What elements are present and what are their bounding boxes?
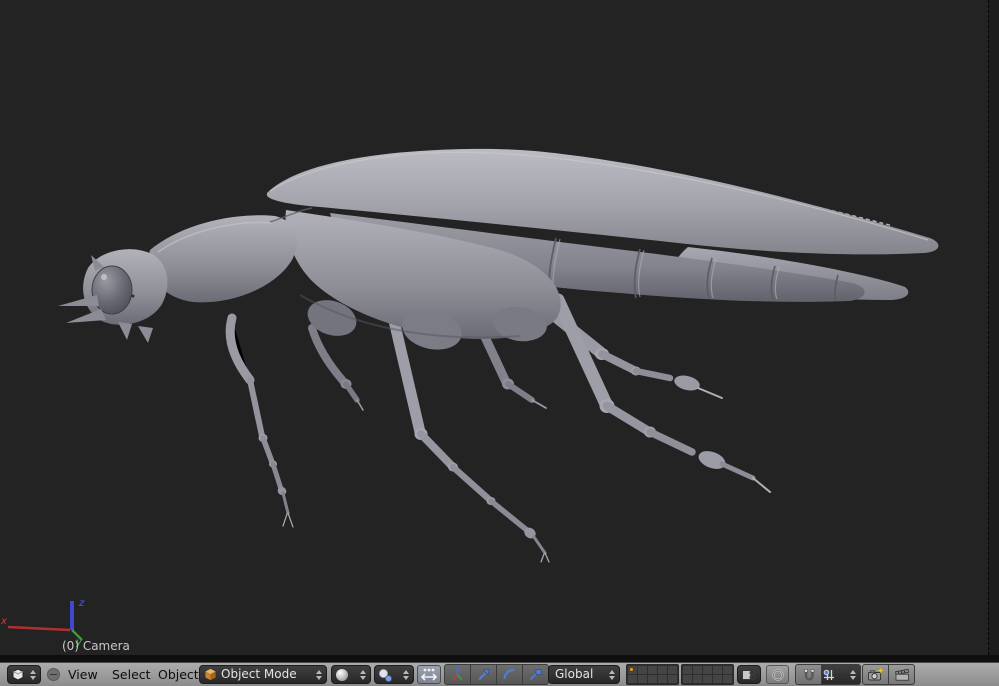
- viewport-edge: [0, 655, 999, 662]
- 3d-viewport-cube-icon: [11, 668, 25, 682]
- magnet-icon: [802, 668, 816, 682]
- scene-lock-chain-icon: [741, 668, 757, 682]
- snap-element-dropdown[interactable]: [822, 664, 861, 685]
- pivot-stepper[interactable]: [399, 670, 413, 680]
- translate-arrow-icon: [476, 667, 491, 682]
- scale-manipulator-button[interactable]: [523, 664, 549, 685]
- snap-element-stepper[interactable]: [846, 670, 860, 680]
- pivot-point-dropdown[interactable]: [374, 665, 414, 684]
- manipulate-centers-toggle[interactable]: [417, 665, 441, 684]
- menu-object[interactable]: Object: [154, 665, 203, 684]
- collapse-menus-button[interactable]: −: [47, 665, 60, 684]
- snap-toggle-button[interactable]: [795, 664, 822, 685]
- manipulator-button-group: [444, 665, 549, 684]
- insect-leg-far-front: [312, 328, 363, 410]
- mode-stepper[interactable]: [312, 670, 326, 680]
- viewport-shading-dropdown[interactable]: [331, 665, 371, 684]
- blender-window: x z y (0) Camera − View Select Object: [0, 0, 999, 686]
- scale-square-icon: [528, 667, 543, 682]
- clapperboard-icon: [894, 667, 910, 682]
- snap-button-group: [795, 665, 861, 684]
- axis-z-label: z: [78, 598, 85, 609]
- scene-lock-button[interactable]: [737, 665, 761, 684]
- proportional-circle-icon: [771, 668, 785, 682]
- editor-type-stepper[interactable]: [26, 670, 40, 680]
- viewport-header: − View Select Object Object Mode: [0, 662, 999, 686]
- snap-increment-icon: [822, 668, 836, 682]
- layer-buttons-group-1[interactable]: [626, 665, 679, 684]
- rotate-arc-icon: [502, 667, 517, 682]
- 3d-viewport[interactable]: x z y (0) Camera: [0, 0, 999, 655]
- transform-orientation-dropdown[interactable]: Global: [548, 665, 620, 684]
- axis-x-label: x: [0, 616, 7, 627]
- median-point-icon: [378, 668, 392, 682]
- orange-cube-icon: [204, 668, 217, 681]
- interaction-mode-dropdown[interactable]: Object Mode: [199, 665, 327, 684]
- rotate-manipulator-button[interactable]: [497, 664, 523, 685]
- opengl-render-button[interactable]: [862, 664, 889, 685]
- opengl-render-group: [862, 665, 915, 684]
- camera-frame-border: [988, 0, 999, 655]
- manipulator-toggle-button[interactable]: [444, 664, 471, 685]
- solid-shading-sphere-icon: [335, 668, 349, 682]
- insect-leg-mid: [392, 312, 549, 562]
- interaction-mode-value: Object Mode: [217, 667, 303, 682]
- shading-stepper[interactable]: [356, 670, 370, 680]
- menu-view[interactable]: View: [64, 665, 102, 684]
- layer-buttons-group-2[interactable]: [681, 665, 734, 684]
- active-camera-label: (0) Camera: [62, 639, 130, 653]
- insect-model-render[interactable]: [0, 0, 999, 655]
- layer-cell-active[interactable]: [628, 666, 637, 674]
- opengl-render-anim-button[interactable]: [889, 664, 915, 685]
- minus-circle-icon: −: [47, 668, 60, 681]
- camera-star-icon: [867, 667, 884, 682]
- insect-leg-hind-lower: [558, 300, 770, 492]
- editor-type-selector[interactable]: [7, 665, 41, 684]
- proportional-edit-button[interactable]: [766, 665, 789, 684]
- active-layer-dot: [629, 667, 634, 672]
- menu-select[interactable]: Select: [108, 665, 155, 684]
- manipulator-axes-icon: [450, 667, 465, 682]
- insect-leg-front: [230, 318, 293, 527]
- orientation-stepper[interactable]: [605, 670, 619, 680]
- translate-manipulator-button[interactable]: [471, 664, 497, 685]
- orientation-value: Global: [555, 667, 599, 682]
- manipulate-centers-icon: [421, 667, 437, 682]
